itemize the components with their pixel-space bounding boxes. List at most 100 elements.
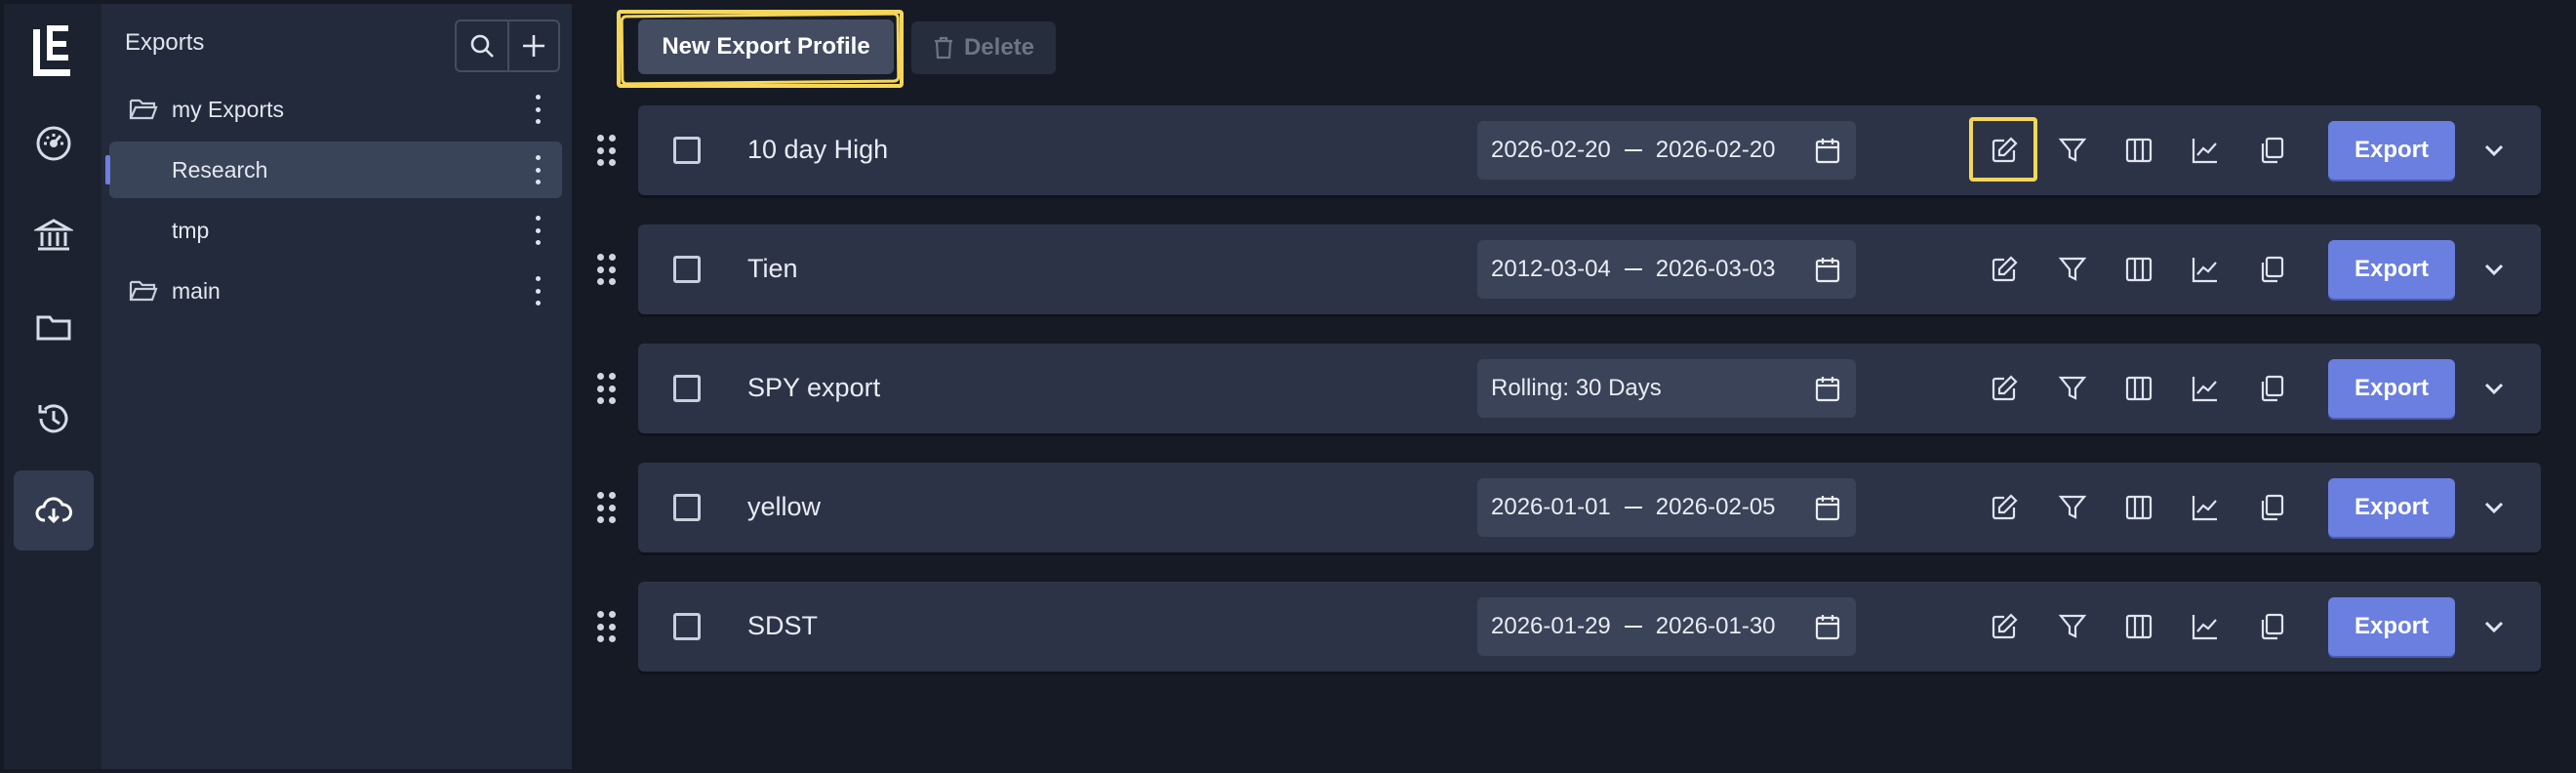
date-start: 2026-01-29 — [1491, 613, 1611, 639]
export-button[interactable]: Export — [2328, 597, 2455, 656]
date-separator — [1624, 268, 1642, 270]
bank-nav-button[interactable] — [14, 195, 94, 275]
export-button[interactable]: Export — [2328, 478, 2455, 537]
row-checkbox[interactable] — [673, 375, 701, 402]
columns-icon — [2125, 376, 2153, 401]
more-options-icon[interactable] — [533, 216, 543, 245]
date-separator — [1624, 626, 1642, 628]
tree-item-label: main — [172, 277, 221, 304]
filter-button[interactable] — [2053, 488, 2092, 527]
date-range-picker[interactable]: 2012-03-04 2026-03-03 — [1477, 240, 1856, 299]
duplicate-button[interactable] — [2252, 131, 2291, 170]
calendar-icon — [1815, 615, 1840, 640]
line-chart-icon — [2192, 377, 2217, 402]
chart-button[interactable] — [2186, 250, 2225, 289]
add-button[interactable] — [506, 21, 558, 70]
drag-handle-icon[interactable] — [597, 492, 616, 525]
date-range-picker[interactable]: 2026-01-01 2026-02-05 — [1477, 478, 1856, 537]
tree-item-label: my Exports — [172, 96, 285, 122]
copy-icon — [2261, 613, 2284, 640]
tree-item-label: Research — [172, 156, 268, 183]
copy-icon — [2261, 494, 2284, 521]
duplicate-button[interactable] — [2252, 250, 2291, 289]
drag-handle-icon[interactable] — [597, 373, 616, 406]
exports-logo[interactable] — [33, 23, 76, 78]
annotation-highlight — [1969, 117, 2037, 182]
row-checkbox[interactable] — [673, 613, 701, 640]
cloud-download-icon — [35, 497, 72, 524]
date-range-picker[interactable]: 2026-02-20 2026-02-20 — [1477, 121, 1856, 180]
chevron-down-icon[interactable] — [2476, 252, 2512, 287]
row-checkbox[interactable] — [673, 494, 701, 521]
calendar-icon — [1815, 258, 1840, 283]
search-button[interactable] — [457, 21, 507, 70]
tree-item-main[interactable]: main — [109, 263, 562, 319]
chart-button[interactable] — [2186, 607, 2225, 646]
edit-icon — [1992, 375, 2018, 401]
chevron-down-icon[interactable] — [2476, 609, 2512, 644]
tree-item-research[interactable]: Research — [105, 142, 562, 198]
chart-button[interactable] — [2186, 131, 2225, 170]
delete-button[interactable]: Delete — [911, 21, 1056, 74]
tree-item-tmp[interactable]: tmp — [109, 202, 562, 259]
drag-handle-icon[interactable] — [597, 254, 616, 287]
columns-button[interactable] — [2119, 369, 2158, 408]
more-options-icon[interactable] — [533, 95, 543, 124]
date-separator — [1624, 149, 1642, 151]
export-profile-row: SPY export Rolling: 30 Days Export — [638, 344, 2541, 433]
row-checkbox[interactable] — [673, 256, 701, 283]
more-options-icon[interactable] — [533, 276, 543, 305]
date-range-picker[interactable]: Rolling: 30 Days — [1477, 359, 1856, 418]
chevron-down-icon[interactable] — [2476, 490, 2512, 525]
export-profile-row: SDST 2026-01-29 2026-01-30 Export — [638, 582, 2541, 671]
panel-tools — [455, 20, 560, 72]
tree-item-my-exports[interactable]: my Exports — [109, 81, 562, 138]
filter-button[interactable] — [2053, 250, 2092, 289]
history-nav-button[interactable] — [14, 379, 94, 459]
more-options-icon[interactable] — [533, 155, 543, 184]
export-button[interactable]: Export — [2328, 359, 2455, 418]
duplicate-button[interactable] — [2252, 369, 2291, 408]
columns-button[interactable] — [2119, 488, 2158, 527]
date-range-picker[interactable]: 2026-01-29 2026-01-30 — [1477, 597, 1856, 656]
filter-button[interactable] — [2053, 369, 2092, 408]
edit-button[interactable] — [1985, 369, 2024, 408]
export-button[interactable]: Export — [2328, 240, 2455, 299]
drag-handle-icon[interactable] — [597, 135, 616, 168]
columns-button[interactable] — [2119, 250, 2158, 289]
date-start: 2026-02-20 — [1491, 137, 1611, 163]
exports-nav-button[interactable] — [14, 470, 94, 550]
export-button[interactable]: Export — [2328, 121, 2455, 180]
profile-name: 10 day High — [747, 135, 889, 164]
duplicate-button[interactable] — [2252, 488, 2291, 527]
calendar-icon — [1815, 139, 1840, 164]
duplicate-button[interactable] — [2252, 607, 2291, 646]
row-checkbox[interactable] — [673, 137, 701, 164]
edit-button[interactable] — [1985, 607, 2024, 646]
edit-button[interactable] — [1985, 488, 2024, 527]
tree-item-label: tmp — [172, 217, 210, 243]
folders-nav-button[interactable] — [14, 287, 94, 367]
export-profile-row: 10 day High 2026-02-20 2026-02-20 Export — [638, 105, 2541, 195]
trash-icon — [934, 36, 952, 60]
copy-icon — [2261, 256, 2284, 283]
search-icon — [470, 34, 494, 58]
chevron-down-icon[interactable] — [2476, 133, 2512, 168]
filter-icon — [2058, 614, 2087, 638]
plus-icon — [522, 35, 544, 57]
date-end: 2026-02-20 — [1655, 137, 1776, 163]
filter-button[interactable] — [2053, 607, 2092, 646]
columns-button[interactable] — [2119, 131, 2158, 170]
line-chart-icon — [2192, 615, 2217, 640]
drag-handle-icon[interactable] — [597, 611, 616, 644]
profile-name: Tien — [747, 254, 798, 283]
filter-button[interactable] — [2053, 131, 2092, 170]
profile-name: SPY export — [747, 373, 881, 402]
dashboard-nav-button[interactable] — [14, 103, 94, 183]
columns-button[interactable] — [2119, 607, 2158, 646]
chart-button[interactable] — [2186, 488, 2225, 527]
chevron-down-icon[interactable] — [2476, 371, 2512, 406]
line-chart-icon — [2192, 496, 2217, 521]
chart-button[interactable] — [2186, 369, 2225, 408]
edit-button[interactable] — [1985, 250, 2024, 289]
